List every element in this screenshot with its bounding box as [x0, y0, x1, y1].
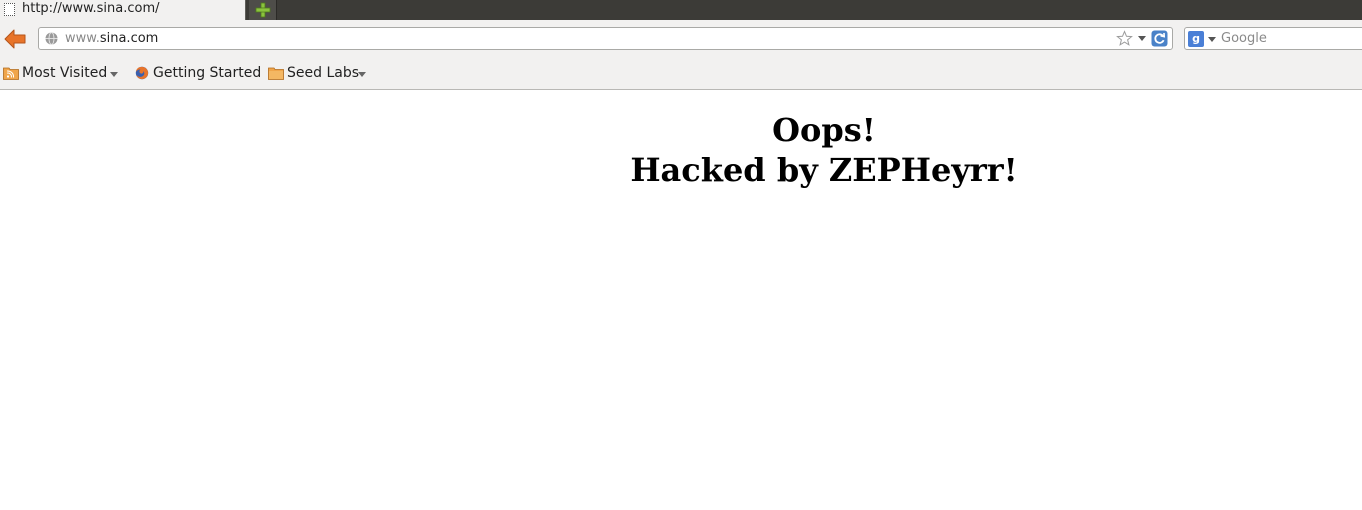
url-text: www.sina.com: [65, 31, 158, 46]
firefox-icon: [135, 66, 149, 80]
chevron-down-icon: [110, 72, 118, 77]
bookmark-label: Most Visited: [22, 65, 108, 81]
google-icon[interactable]: g: [1188, 31, 1204, 47]
bookmark-seed-labs[interactable]: Seed Labs: [268, 64, 368, 82]
tab-title: http://www.sina.com/: [22, 1, 160, 16]
bookmark-star-icon[interactable]: [1116, 30, 1133, 47]
bookmarks-toolbar: Most Visited Getting Started Seed Labs: [0, 58, 1362, 90]
heading-line-1: Oops!: [772, 111, 876, 149]
plus-icon: [255, 2, 271, 18]
bookmark-most-visited[interactable]: Most Visited: [3, 64, 121, 82]
back-button[interactable]: [2, 26, 28, 52]
page-heading: Oops! Hacked by ZEPHeyrr!: [484, 110, 1164, 190]
navigation-toolbar: www.sina.com g: [0, 20, 1362, 58]
globe-icon: [45, 32, 58, 45]
bookmark-label: Getting Started: [153, 65, 262, 81]
folder-icon: [268, 67, 284, 80]
search-input[interactable]: [1221, 30, 1361, 47]
url-prefix: www.: [65, 31, 100, 46]
url-bar[interactable]: www.sina.com: [38, 27, 1173, 50]
browser-window: http://www.sina.com/ www.sina.com g Goog…: [0, 0, 1362, 510]
bookmark-label: Seed Labs: [287, 65, 360, 81]
page-content: Oops! Hacked by ZEPHeyrr!: [0, 90, 1362, 510]
new-tab-button[interactable]: [249, 0, 277, 20]
url-host: sina.com: [99, 31, 159, 46]
search-bar: g: [1184, 27, 1362, 50]
reload-icon[interactable]: [1151, 30, 1168, 47]
search-engine-dropdown-icon[interactable]: [1208, 37, 1216, 42]
chevron-down-icon: [358, 72, 366, 77]
page-icon: [4, 3, 15, 16]
heading-line-2: Hacked by ZEPHeyrr!: [630, 151, 1018, 189]
rss-folder-icon: [3, 67, 19, 80]
back-arrow-icon: [4, 29, 26, 49]
bookmark-getting-started[interactable]: Getting Started: [134, 64, 262, 82]
tab-active[interactable]: http://www.sina.com/: [0, 0, 246, 20]
tab-strip: http://www.sina.com/: [0, 0, 1362, 20]
history-dropdown-icon[interactable]: [1138, 36, 1146, 41]
